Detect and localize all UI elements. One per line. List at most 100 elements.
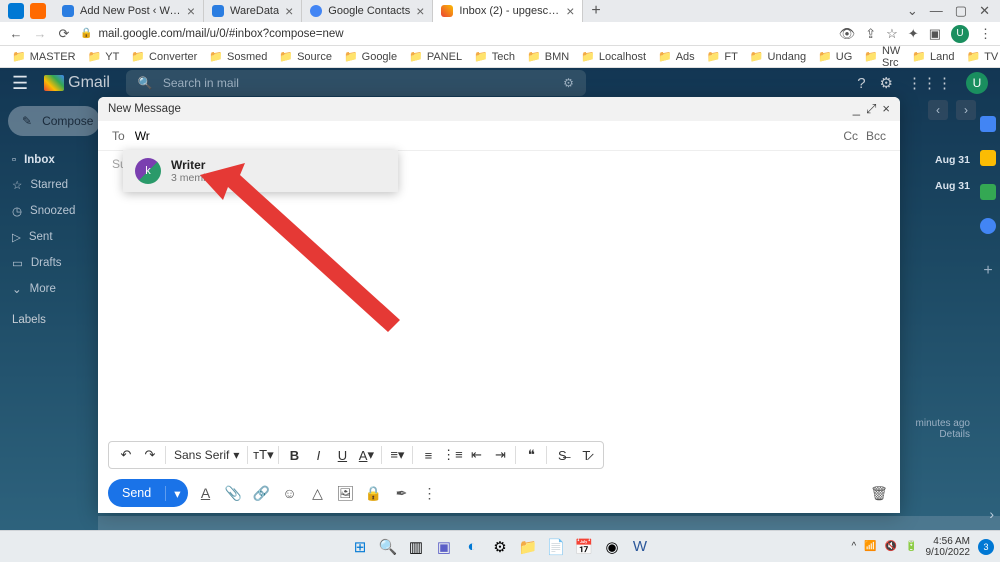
- bookmark-item[interactable]: 📁FT: [703, 48, 742, 65]
- gear-icon[interactable]: ⚙: [880, 74, 893, 92]
- settings-taskbar-icon[interactable]: ⚙: [489, 536, 511, 558]
- italic-button[interactable]: I: [307, 444, 329, 466]
- discard-icon[interactable]: 🗑: [868, 482, 890, 504]
- kebab-icon[interactable]: ⋮: [979, 26, 992, 42]
- cc-button[interactable]: Cc: [843, 129, 858, 143]
- send-options-dropdown[interactable]: ▾: [165, 486, 188, 501]
- redo-button[interactable]: ↷: [139, 444, 161, 466]
- drive-icon[interactable]: △: [306, 482, 328, 504]
- format-toggle-icon[interactable]: A: [194, 482, 216, 504]
- suggestion-item[interactable]: k Writer 3 members: [123, 150, 398, 192]
- pager-next[interactable]: ›: [956, 100, 976, 120]
- strikethrough-button[interactable]: S̶: [551, 444, 573, 466]
- close-icon[interactable]: ×: [416, 3, 424, 19]
- back-button[interactable]: ←: [8, 26, 24, 41]
- notification-badge[interactable]: 3: [978, 539, 994, 555]
- clear-format-button[interactable]: T̷: [575, 444, 597, 466]
- volume-icon[interactable]: 🔇: [885, 541, 897, 552]
- bookmark-item[interactable]: 📁Undang: [746, 48, 810, 65]
- browser-tab[interactable]: WareData ×: [204, 0, 302, 22]
- bookmark-item[interactable]: 📁Land: [908, 48, 958, 65]
- gmail-logo[interactable]: Gmail: [44, 74, 110, 92]
- battery-icon[interactable]: 🔋: [905, 541, 917, 552]
- share-icon[interactable]: ⇪: [865, 26, 876, 42]
- close-dialog-icon[interactable]: ×: [882, 101, 890, 117]
- bookmark-item[interactable]: 📁Converter: [127, 48, 201, 65]
- bold-button[interactable]: B: [283, 444, 305, 466]
- task-view-icon[interactable]: ▥: [405, 536, 427, 558]
- bookmark-item[interactable]: 📁NW Src: [860, 43, 904, 71]
- bookmark-item[interactable]: 📁Tech: [470, 48, 519, 65]
- profile-avatar[interactable]: U: [951, 25, 969, 43]
- close-icon[interactable]: ×: [187, 3, 195, 19]
- panel-icon[interactable]: ▣: [929, 26, 941, 42]
- compose-body[interactable]: [98, 177, 900, 437]
- sidebar-item-starred[interactable]: ☆Starred: [8, 176, 92, 194]
- text-color-button[interactable]: A▾: [355, 444, 377, 466]
- browser-tab[interactable]: Google Contacts ×: [302, 0, 433, 22]
- filter-icon[interactable]: ⚙: [563, 76, 574, 90]
- bookmark-item[interactable]: 📁Localhost: [577, 48, 650, 65]
- sidebar-item-snoozed[interactable]: ◷Snoozed: [8, 202, 92, 220]
- bookmark-item[interactable]: 📁Sosmed: [205, 48, 271, 65]
- start-button[interactable]: ⊞: [349, 536, 371, 558]
- bookmark-item[interactable]: 📁Ads: [654, 48, 699, 65]
- attach-icon[interactable]: 📎: [222, 482, 244, 504]
- bookmark-item[interactable]: 📁UG: [814, 48, 856, 65]
- sidebar-item-sent[interactable]: ▷Sent: [8, 228, 92, 246]
- app-icon[interactable]: [30, 3, 46, 19]
- new-tab-button[interactable]: +: [583, 2, 608, 20]
- explorer-icon[interactable]: 📁: [517, 536, 539, 558]
- bookmark-item[interactable]: 📁Google: [340, 48, 401, 65]
- minimize-icon[interactable]: —: [930, 3, 943, 19]
- browser-tab[interactable]: Add New Post ‹ WareData — W… ×: [54, 0, 204, 22]
- underline-button[interactable]: U: [331, 444, 353, 466]
- bookmark-item[interactable]: 📁YT: [84, 48, 124, 65]
- reload-button[interactable]: ⟳: [56, 26, 72, 42]
- quote-button[interactable]: ❝: [520, 444, 542, 466]
- search-taskbar-icon[interactable]: 🔍: [377, 536, 399, 558]
- compose-button[interactable]: ✎ Compose: [8, 106, 100, 136]
- bookmark-item[interactable]: 📁TV: [963, 48, 1000, 65]
- edge-icon[interactable]: ◐: [461, 536, 483, 558]
- help-icon[interactable]: ?: [857, 75, 865, 92]
- apps-icon[interactable]: ⋮⋮⋮: [907, 74, 952, 92]
- close-window-icon[interactable]: ✕: [979, 3, 990, 19]
- onedrive-icon[interactable]: [8, 3, 24, 19]
- chrome-icon[interactable]: ◉: [601, 536, 623, 558]
- close-icon[interactable]: ×: [285, 3, 293, 19]
- font-select[interactable]: Sans Serif▾: [170, 448, 243, 462]
- bullet-list-button[interactable]: ⋮≡: [441, 444, 463, 466]
- search-input[interactable]: 🔍 Search in mail ⚙: [126, 70, 586, 96]
- close-icon[interactable]: ×: [566, 3, 574, 19]
- image-icon[interactable]: 🖼: [334, 482, 356, 504]
- add-panel-icon[interactable]: +: [983, 262, 992, 280]
- forward-button[interactable]: →: [32, 26, 48, 41]
- more-options-icon[interactable]: ⋮: [418, 482, 440, 504]
- browser-tab-active[interactable]: Inbox (2) - upgescom@gmail.co… ×: [433, 0, 583, 22]
- undo-button[interactable]: ↶: [115, 444, 137, 466]
- keep-icon[interactable]: [980, 150, 996, 166]
- wifi-icon[interactable]: 📶: [864, 541, 876, 552]
- url-field[interactable]: 🔒 mail.google.com/mail/u/0/#inbox?compos…: [80, 28, 831, 40]
- calendar-icon[interactable]: [980, 116, 996, 132]
- teams-icon[interactable]: ▣: [433, 536, 455, 558]
- menu-icon[interactable]: ☰: [12, 73, 28, 94]
- account-avatar[interactable]: U: [966, 72, 988, 94]
- align-button[interactable]: ≡▾: [386, 444, 408, 466]
- bookmark-item[interactable]: 📁Source: [275, 48, 336, 65]
- tasks-icon[interactable]: [980, 184, 996, 200]
- details-link[interactable]: Details: [916, 429, 970, 440]
- sidebar-item-inbox[interactable]: ▫Inbox: [8, 152, 92, 168]
- to-input[interactable]: [135, 129, 834, 143]
- clock[interactable]: 4:56 AM 9/10/2022: [926, 536, 971, 558]
- horizontal-scroll-track[interactable]: [98, 516, 1000, 530]
- indent-more-button[interactable]: ⇥: [489, 444, 511, 466]
- pager-prev[interactable]: ‹: [928, 100, 948, 120]
- notepad-icon[interactable]: 📄: [545, 536, 567, 558]
- chevron-down-icon[interactable]: ⌄: [907, 3, 918, 19]
- eye-icon[interactable]: 👁: [839, 26, 856, 42]
- extensions-icon[interactable]: ✦: [908, 26, 919, 42]
- send-button[interactable]: Send ▾: [108, 479, 188, 507]
- expand-dialog-icon[interactable]: ⤢: [866, 101, 876, 117]
